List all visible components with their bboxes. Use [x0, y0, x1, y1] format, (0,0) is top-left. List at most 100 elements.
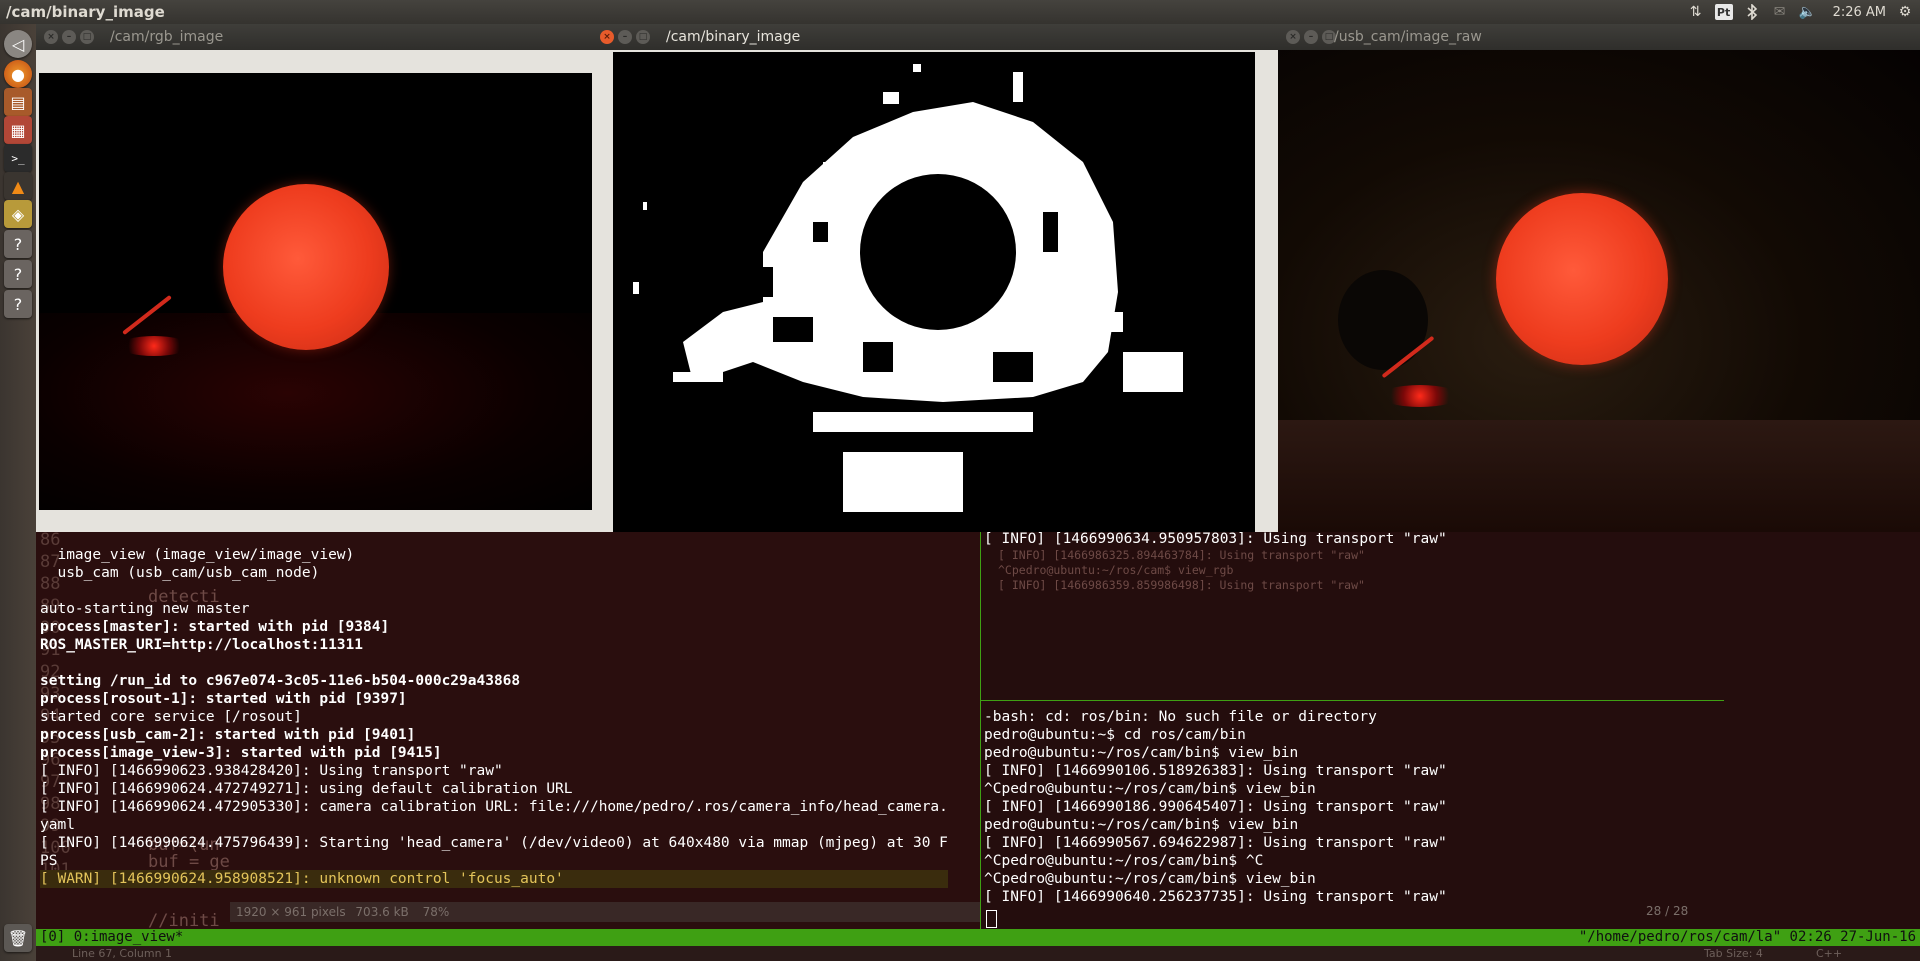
terminal-line: [ INFO] [1466990640.256237735]: Using tr… — [984, 889, 1447, 905]
terminal-line: auto-starting new master — [40, 601, 250, 617]
terminal-right-output: -bash: cd: ros/bin: No such file or dire… — [984, 708, 1447, 906]
unity-launcher: ◁ ● ▤ ▦ >_ ▲ ◈ ? ? ? 🗑 — [0, 24, 37, 961]
active-window-title: /cam/binary_image — [6, 3, 165, 21]
clock[interactable]: 2:26 AM — [1833, 5, 1886, 20]
tmux-status-right: "/home/pedro/ros/cam/la" 02:26 27-Jun-16 — [1578, 929, 1916, 945]
red-ball — [223, 184, 389, 350]
unknown-app-icon[interactable]: ? — [4, 230, 32, 258]
terminal-line: process[rosout-1]: started with pid [939… — [40, 691, 407, 707]
terminal-line: [ INFO] [1466990623.938428420]: Using tr… — [40, 763, 503, 779]
terminal-line: [ INFO] [1466990624.472749271]: using de… — [40, 781, 573, 797]
terminal-line: pedro@ubuntu:~/ros/cam/bin$ view_bin — [984, 745, 1299, 761]
image-raw-title: /usb_cam/image_raw — [1334, 29, 1482, 45]
terminal-line: pedro@ubuntu:~/ros/cam/bin$ view_bin — [984, 817, 1299, 833]
image-zoom: 78% — [422, 905, 450, 919]
volume-icon[interactable]: 🔈 — [1799, 3, 1817, 21]
syntax-language[interactable]: C++ — [1816, 946, 1842, 961]
window-controls: × – □ — [44, 30, 94, 44]
unity-home-icon[interactable]: ◁ — [4, 30, 32, 58]
terminal-right[interactable]: [ INFO] [1466990634.950957803]: Using tr… — [980, 532, 1920, 930]
firefox-icon[interactable]: ● — [4, 60, 32, 88]
image-info-bar: 1920 × 961 pixels 703.6 kB 78% — [230, 902, 980, 922]
page-indicator: 28 / 28 — [1646, 904, 1689, 918]
terminal-line: yaml — [40, 817, 75, 833]
rgb-image-canvas — [39, 73, 592, 510]
minimize-button[interactable]: – — [1304, 30, 1318, 44]
terminal-line: -bash: cd: ros/bin: No such file or dire… — [984, 709, 1377, 725]
binary-image-titlebar[interactable]: × – □ /cam/binary_image — [592, 24, 1278, 50]
mail-icon[interactable]: ✉ — [1771, 3, 1789, 21]
system-tray: ⇅ Pt ✉ 🔈 2:26 AM ⚙ — [1687, 2, 1914, 22]
files-icon[interactable]: ▤ — [4, 88, 32, 116]
rgb-image-title: /cam/rgb_image — [110, 29, 224, 45]
tmux-window-list[interactable]: [0] 0:image_view* — [40, 929, 183, 946]
tab-size[interactable]: Tab Size: 4 — [1704, 946, 1763, 961]
calculator-icon[interactable]: ▦ — [4, 116, 32, 144]
terminal-line: pedro@ubuntu:~$ cd ros/cam/bin — [984, 727, 1246, 743]
rgb-image-titlebar[interactable]: × – □ /cam/rgb_image — [36, 24, 592, 50]
maximize-button[interactable]: □ — [80, 30, 94, 44]
red-ball — [1496, 193, 1668, 365]
terminal-line: process[master]: started with pid [9384] — [40, 619, 390, 635]
binary-image-canvas — [613, 52, 1255, 532]
terminal-line: [ INFO] [1466990634.950957803]: Using tr… — [984, 532, 1447, 547]
terminal-line: [ INFO] [1466990106.518926383]: Using tr… — [984, 763, 1447, 779]
image-raw-window[interactable]: × – □ /usb_cam/image_raw — [1278, 24, 1920, 532]
binary-mask — [633, 64, 1183, 512]
ghost-terminal: [ INFO] [1466986325.894463784]: Using tr… — [998, 548, 1365, 592]
rgb-image-window[interactable]: × – □ /cam/rgb_image — [36, 24, 592, 532]
bluetooth-icon[interactable] — [1743, 3, 1761, 21]
pane-divider-vertical — [980, 532, 981, 930]
keyboard-layout-icon[interactable]: Pt — [1714, 4, 1733, 20]
terminal-line: [ INFO] [1466990624.475796439]: Starting… — [40, 835, 948, 851]
minimize-button[interactable]: – — [618, 30, 632, 44]
window-controls: × – □ — [600, 30, 650, 44]
image-size: 703.6 kB — [355, 905, 409, 919]
terminal-left-output: image_view (image_view/image_view) usb_c… — [40, 546, 948, 888]
binary-image-window[interactable]: × – □ /cam/binary_image — [592, 24, 1278, 532]
terminal-line: process[image_view-3]: started with pid … — [40, 745, 442, 761]
terminal-line: ^Cpedro@ubuntu:~/ros/cam/bin$ view_bin — [984, 871, 1316, 887]
close-button[interactable]: × — [44, 30, 58, 44]
binary-image-title: /cam/binary_image — [666, 29, 801, 45]
gear-icon[interactable]: ⚙ — [1896, 3, 1914, 21]
cursor — [986, 910, 997, 928]
close-button[interactable]: × — [1286, 30, 1300, 44]
terminal-line: started core service [/rosout] — [40, 709, 302, 725]
network-updown-icon[interactable]: ⇅ — [1687, 3, 1705, 21]
trash-icon[interactable]: 🗑 — [4, 924, 32, 952]
terminal-line: [ INFO] [1466990624.472905330]: camera c… — [40, 799, 948, 815]
terminal-line: ^Cpedro@ubuntu:~/ros/cam/bin$ ^C — [984, 853, 1264, 869]
terminal-line: [ WARN] [1466990624.958908521]: unknown … — [40, 870, 948, 888]
window-controls: × – □ — [1286, 30, 1336, 44]
terminal-line: ^Cpedro@ubuntu:~/ros/cam/bin$ view_bin — [984, 781, 1316, 797]
image-raw-canvas — [1278, 50, 1920, 532]
ghost-code: //initi — [148, 911, 220, 930]
terminal-line: usb_cam (usb_cam/usb_cam_node) — [40, 565, 320, 581]
unknown-app-icon[interactable]: ? — [4, 290, 32, 318]
pane-divider — [980, 700, 1724, 701]
terminal-line: setting /run_id to c967e074-3c05-11e6-b5… — [40, 673, 521, 689]
image-viewer-icon[interactable]: ◈ — [4, 200, 32, 228]
terminal-line: ROS_MASTER_URI=http://localhost:11311 — [40, 637, 364, 653]
vlc-icon[interactable]: ▲ — [4, 172, 32, 200]
editor-status-strip: Line 67, Column 1 Tab Size: 4 C++ — [36, 946, 1920, 961]
terminal-line: image_view (image_view/image_view) — [40, 547, 355, 563]
maximize-button[interactable]: □ — [636, 30, 650, 44]
top-panel: /cam/binary_image ⇅ Pt ✉ 🔈 2:26 AM ⚙ — [0, 0, 1920, 24]
terminal-line: process[usb_cam-2]: started with pid [94… — [40, 727, 416, 743]
minimize-button[interactable]: – — [62, 30, 76, 44]
cursor-position: Line 67, Column 1 — [72, 947, 173, 960]
terminal-right-top-output: [ INFO] [1466990634.950957803]: Using tr… — [984, 532, 1447, 548]
terminal-icon[interactable]: >_ — [4, 144, 32, 172]
terminal-line: [ INFO] [1466990567.694622987]: Using tr… — [984, 835, 1447, 851]
unknown-app-icon[interactable]: ? — [4, 260, 32, 288]
image-dims: 1920 × 961 pixels — [236, 905, 346, 919]
close-button[interactable]: × — [600, 30, 614, 44]
terminal-left[interactable]: 8687888990919293949596979899100101 detec… — [36, 532, 980, 930]
terminal-line: PS — [40, 853, 58, 869]
image-raw-titlebar[interactable]: × – □ /usb_cam/image_raw — [1278, 24, 1920, 50]
tmux-status-bar: [0] 0:image_view* "/home/pedro/ros/cam/l… — [36, 929, 1920, 946]
